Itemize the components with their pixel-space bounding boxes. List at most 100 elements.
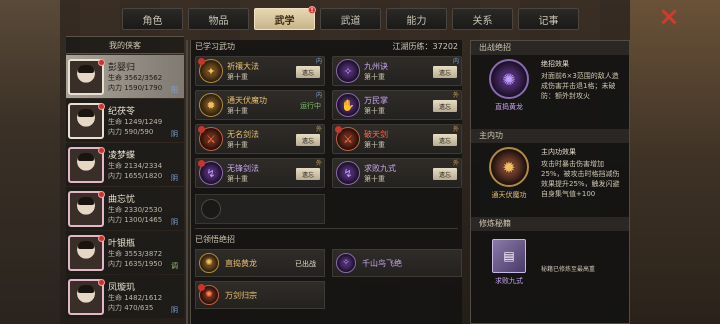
experience-label: 江湖历练：37202 [392, 42, 458, 51]
character-mp: 内力 1655/1820 [108, 172, 163, 180]
character-mp: 内力 470/635 [108, 304, 154, 312]
character-hp: 生命 2330/2530 [108, 206, 163, 214]
character-row[interactable]: 彭婴归 生命 3562/3562 内力 1590/1790 阳 [66, 55, 184, 98]
ultimate-card[interactable]: ✺ 万剑归宗 [195, 281, 325, 309]
forget-button[interactable]: 遗忘 [433, 66, 457, 78]
skill-card[interactable]: ✹ 通天伏魔功 第十重 内 运行中 [195, 90, 325, 120]
ultimate-icon-glyph: ✺ [205, 290, 213, 300]
skill-icon: ⚔ [335, 126, 360, 151]
notification-dot-icon [198, 284, 205, 291]
character-tag: 阴 [171, 174, 178, 182]
forget-button[interactable]: 遗忘 [433, 168, 457, 180]
battle-ultimate-block: ✺ 直捣黄龙 绝招效果 对面前6×3范围的敌人造成伤害并击退1格；未破防：额外封… [471, 55, 629, 129]
character-name: 凤璇玑 [108, 283, 136, 293]
ultimate-icon: ✺ [198, 284, 219, 305]
notification-dot-icon [198, 126, 205, 133]
character-row[interactable]: 凌梦蝶 生命 2134/2334 内力 1655/1820 阴 [66, 143, 184, 186]
ultimate-icon-glyph: ✺ [205, 258, 213, 268]
empty-skill-slot[interactable] [195, 194, 325, 224]
close-icon[interactable]: × [656, 4, 682, 30]
tab-label: 武学 [274, 15, 295, 27]
detail-panel: 出战绝招 ✺ 直捣黄龙 绝招效果 对面前6×3范围的敌人造成伤害并击退1格；未破… [470, 40, 630, 324]
skill-tag: 外 [452, 126, 459, 133]
book-icon[interactable]: ▤ [492, 239, 526, 273]
skill-icon: ↯ [336, 161, 360, 185]
background-left [0, 0, 60, 324]
tab-relations[interactable]: 关系 [452, 8, 513, 30]
character-tag: 阴 [171, 218, 178, 226]
skill-card[interactable]: ↯ 求败九式 第十重 外 遗忘 [332, 158, 462, 188]
notification-dot-icon: ! [308, 6, 316, 14]
ultimate-card[interactable]: ✧ 千山鸟飞绝 [332, 249, 462, 277]
tab-label: 能力 [406, 15, 427, 27]
notification-dot-icon [98, 103, 105, 110]
secret-book-block: ▤ 求败九式 秘籍已修炼至最高重 [471, 231, 629, 305]
character-list-scrollbar[interactable] [186, 40, 188, 324]
skill-card[interactable]: ⚔ 无名剑法 第十重 外 遗忘 [195, 124, 325, 154]
ultimate-name: 万剑归宗 [225, 290, 257, 300]
skill-icon-glyph: ✋ [341, 98, 355, 112]
ultimate-name: 直捣黄龙 [225, 258, 257, 268]
character-list-header: 我的侠客 [66, 36, 184, 54]
tab-label: 武道 [340, 15, 361, 27]
character-row[interactable]: 曲忘忧 生命 2330/2530 内力 1300/1465 阴 [66, 187, 184, 230]
inner-skill-name: 通天伏魔功 [491, 191, 527, 199]
notification-dot-icon [198, 160, 205, 167]
forget-button[interactable]: 遗忘 [296, 66, 320, 78]
skill-tag: 外 [452, 92, 459, 99]
forget-button[interactable]: 遗忘 [433, 100, 457, 112]
tab-martial-way[interactable]: 武道 [320, 8, 381, 30]
skill-icon: ↯ [198, 160, 223, 185]
skill-card[interactable]: ⚔ 破天剑 第十重 外 遗忘 [332, 124, 462, 154]
ultimate-status: 已出战 [295, 260, 316, 268]
skill-icon-glyph: ↯ [206, 166, 216, 180]
skill-icon-glyph: ↯ [343, 166, 353, 180]
character-tag: 阴 [171, 130, 178, 138]
skill-tag: 内 [315, 92, 322, 99]
notification-dot-icon [98, 59, 105, 66]
skill-icon: ✋ [336, 93, 360, 117]
skill-tag: 内 [315, 58, 322, 65]
skill-card[interactable]: ✋ 万民掌 第十重 外 遗忘 [332, 90, 462, 120]
tab-role[interactable]: 角色 [122, 8, 183, 30]
forget-button[interactable]: 遗忘 [296, 168, 320, 180]
character-name: 凌梦蝶 [108, 151, 136, 161]
tab-label: 角色 [142, 15, 163, 27]
tab-martial-arts[interactable]: 武学! [254, 6, 316, 30]
character-row[interactable]: 纪茯苓 生命 1249/1249 内力 590/590 阴 [66, 99, 184, 142]
skill-card[interactable]: ✧ 九州诀 第十重 内 遗忘 [332, 56, 462, 86]
character-row[interactable]: 叶银瓶 生命 3553/3872 内力 1635/1950 调 [66, 231, 184, 274]
notification-dot-icon [98, 279, 105, 286]
battle-effect-text: 对面前6×3范围的敌人造成伤害并击退1格；未破防：额外封攻火 [541, 72, 619, 100]
empty-slot-icon [201, 199, 221, 219]
character-row[interactable]: 凤璇玑 生命 1482/1612 内力 470/635 阴 [66, 275, 184, 318]
ultimates-title: 已领悟绝招 [195, 235, 235, 244]
tab-label: 记事 [538, 15, 559, 27]
skill-card[interactable]: ↯ 无锋剑法 第十重 外 遗忘 [195, 158, 325, 188]
character-hp: 生命 3553/3872 [108, 250, 163, 258]
character-mp: 内力 590/590 [108, 128, 154, 136]
skill-tag: 内 [452, 58, 459, 65]
ultimates-header: 已领悟绝招 [191, 233, 462, 247]
running-status: 运行中 [300, 102, 321, 110]
secret-book-name: 求败九式 [495, 277, 523, 285]
skill-card[interactable]: ✦ 祈禳大法 第十重 内 遗忘 [195, 56, 325, 86]
tab-ability[interactable]: 能力 [386, 8, 447, 30]
ultimate-card[interactable]: ✺ 直捣黄龙 已出战 [195, 249, 325, 277]
forget-button[interactable]: 遗忘 [296, 134, 320, 146]
skill-icon: ✹ [199, 93, 223, 117]
tab-journal[interactable]: 记事 [518, 8, 579, 30]
battle-ultimate-icon[interactable]: ✺ [489, 59, 529, 99]
character-mp: 内力 1590/1790 [108, 84, 163, 92]
forget-button[interactable]: 遗忘 [433, 134, 457, 146]
battle-effect-title: 绝招效果 [541, 60, 569, 68]
ultimate-name: 千山鸟飞绝 [362, 258, 402, 268]
tab-items[interactable]: 物品 [188, 8, 249, 30]
learned-skills-title: 已学习武功 [195, 42, 235, 51]
inner-skill-title: 主内功 [471, 129, 629, 143]
secret-book-title: 修炼秘籍 [471, 217, 629, 231]
inner-skill-icon[interactable]: ✹ [489, 147, 529, 187]
ultimates-grid: ✺ 直捣黄龙 已出战 ✧ 千山鸟飞绝 ✺ 万剑归宗 [191, 247, 462, 311]
character-tag: 调 [171, 262, 178, 270]
tab-label: 物品 [208, 15, 229, 27]
